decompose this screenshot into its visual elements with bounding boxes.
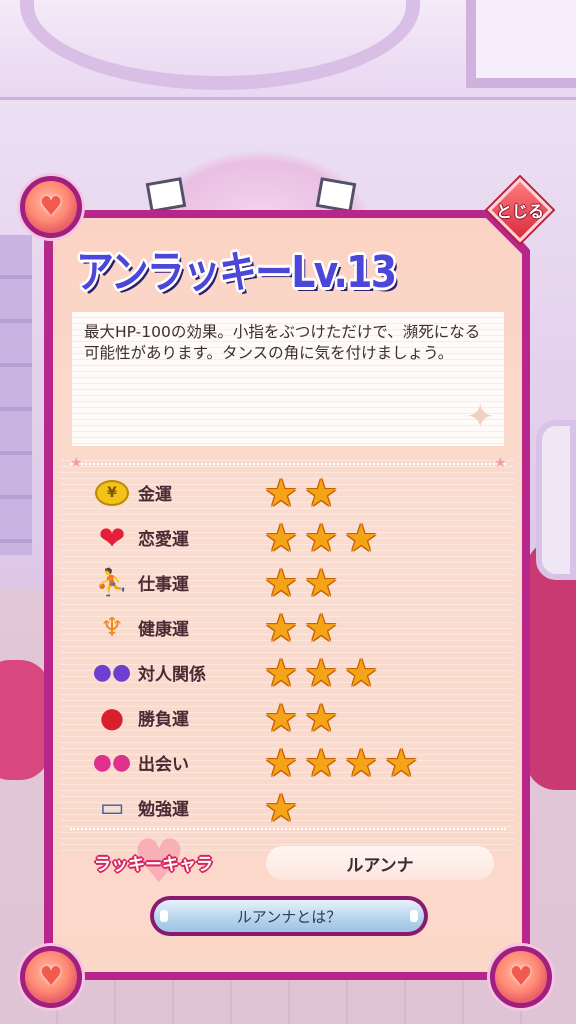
heart-icon: ♥ bbox=[39, 192, 63, 222]
fortune-row-study: ▭ 勉強運 ★ bbox=[92, 785, 492, 830]
description-box: 最大HP-100の効果。小指をぶつけただけで、瀕死になる可能性があります。タンス… bbox=[72, 312, 504, 446]
about-character-button[interactable]: ルアンナとは？ bbox=[150, 896, 428, 936]
couple-icon: ●● bbox=[92, 749, 132, 775]
worker-icon: ⛹ bbox=[95, 567, 129, 598]
divider bbox=[70, 463, 506, 465]
button-edge-decoration bbox=[410, 910, 418, 922]
fortune-row-relationships: ●● 対人関係 ★ ★ ★ bbox=[92, 650, 492, 695]
fortune-list: ¥ 金運 ★ ★ ❤ 恋愛運 ★ ★ ★ ⛹ 仕事運 ★ ★ ♆ 健康運 ★ ★ ●● 対… bbox=[92, 470, 492, 830]
star-icon: ★ bbox=[304, 650, 339, 695]
fortune-stars: ★ ★ ★ ★ bbox=[264, 743, 418, 783]
fortune-row-health: ♆ 健康運 ★ ★ bbox=[92, 605, 492, 650]
star-icon: ★ bbox=[304, 695, 339, 740]
fortune-row-competition: ● 勝負運 ★ ★ bbox=[92, 695, 492, 740]
star-icon: ★ bbox=[344, 650, 379, 695]
fortune-row-money: ¥ 金運 ★ ★ bbox=[92, 470, 492, 515]
fortune-stars: ★ ★ bbox=[264, 473, 338, 513]
background-sofa-left bbox=[0, 660, 50, 780]
dialog-title: アンラッキーLv.13 bbox=[76, 247, 397, 298]
background-ribbon-right bbox=[315, 177, 357, 213]
star-icon: ★ bbox=[304, 740, 339, 785]
coin-purse-icon: ¥ bbox=[92, 473, 132, 513]
star-icon: ★ bbox=[344, 515, 379, 560]
star-icon: ★ bbox=[264, 650, 299, 695]
fortune-stars: ★ ★ ★ bbox=[264, 518, 378, 558]
people-icon: ●● bbox=[92, 659, 132, 685]
star-decoration-icon: ★ bbox=[494, 455, 507, 471]
about-character-button-label: ルアンナとは？ bbox=[154, 900, 424, 932]
fortune-stars: ★ bbox=[264, 788, 298, 828]
star-icon: ★ bbox=[264, 605, 299, 650]
star-icon: ★ bbox=[264, 695, 299, 740]
star-decoration-icon: ★ bbox=[70, 455, 83, 471]
boxing-glove-icon: ● bbox=[99, 700, 125, 734]
close-button-label: とじる bbox=[495, 202, 544, 221]
fortune-label: 出会い bbox=[138, 755, 189, 775]
fortune-stars: ★ ★ bbox=[264, 698, 338, 738]
fortune-stars: ★ ★ ★ bbox=[264, 653, 378, 693]
corner-medallion-bottom-left: ♥ bbox=[20, 946, 82, 1008]
star-icon: ★ bbox=[304, 560, 339, 605]
fortune-stars: ★ ★ bbox=[264, 563, 338, 603]
star-icon: ★ bbox=[304, 605, 339, 650]
lucky-chara-label-area: ♥ ラッキーキャラ bbox=[94, 832, 244, 892]
star-icon: ★ bbox=[264, 560, 299, 605]
fortune-row-work: ⛹ 仕事運 ★ ★ bbox=[92, 560, 492, 605]
fortune-label: 健康運 bbox=[138, 620, 189, 640]
star-icon: ★ bbox=[264, 785, 299, 830]
star-icon: ★ bbox=[264, 470, 299, 515]
fortune-row-encounters: ●● 出会い ★ ★ ★ ★ bbox=[92, 740, 492, 785]
star-icon: ★ bbox=[264, 515, 299, 560]
fortune-label: 勝負運 bbox=[138, 710, 189, 730]
background-mirror bbox=[536, 420, 576, 580]
corner-medallion-top-left: ♥ bbox=[20, 176, 82, 238]
star-icon: ★ bbox=[344, 740, 379, 785]
heart-icon: ♥ bbox=[39, 962, 63, 992]
heart-icon: ❤ bbox=[98, 518, 126, 557]
sparkle-icon: ✦ bbox=[466, 397, 495, 437]
fortune-label: 仕事運 bbox=[138, 575, 189, 595]
lucky-chara-value: ルアンナ bbox=[266, 846, 494, 880]
corner-medallion-bottom-right: ♥ bbox=[490, 946, 552, 1008]
strong-arm-icon: ♆ bbox=[100, 612, 124, 643]
star-icon: ★ bbox=[264, 740, 299, 785]
background-wall-panel bbox=[0, 235, 32, 555]
description-text: 最大HP-100の効果。小指をぶつけただけで、瀕死になる可能性があります。タンス… bbox=[84, 323, 481, 362]
lucky-chara-label: ラッキーキャラ bbox=[94, 855, 213, 875]
fortune-row-love: ❤ 恋愛運 ★ ★ ★ bbox=[92, 515, 492, 560]
star-icon: ★ bbox=[304, 470, 339, 515]
fortune-label: 金運 bbox=[138, 485, 172, 505]
background-ribbon-left bbox=[145, 177, 187, 213]
star-icon: ★ bbox=[384, 740, 419, 785]
button-edge-decoration bbox=[160, 910, 168, 922]
book-icon: ▭ bbox=[99, 792, 125, 823]
fortune-stars: ★ ★ bbox=[264, 608, 338, 648]
fortune-label: 対人関係 bbox=[138, 665, 206, 685]
heart-icon: ♥ bbox=[509, 962, 533, 992]
close-button[interactable]: とじる bbox=[487, 177, 553, 243]
fortune-label: 恋愛運 bbox=[138, 530, 189, 550]
fortune-label: 勉強運 bbox=[138, 800, 189, 820]
star-icon: ★ bbox=[304, 515, 339, 560]
background-window bbox=[466, 0, 576, 88]
